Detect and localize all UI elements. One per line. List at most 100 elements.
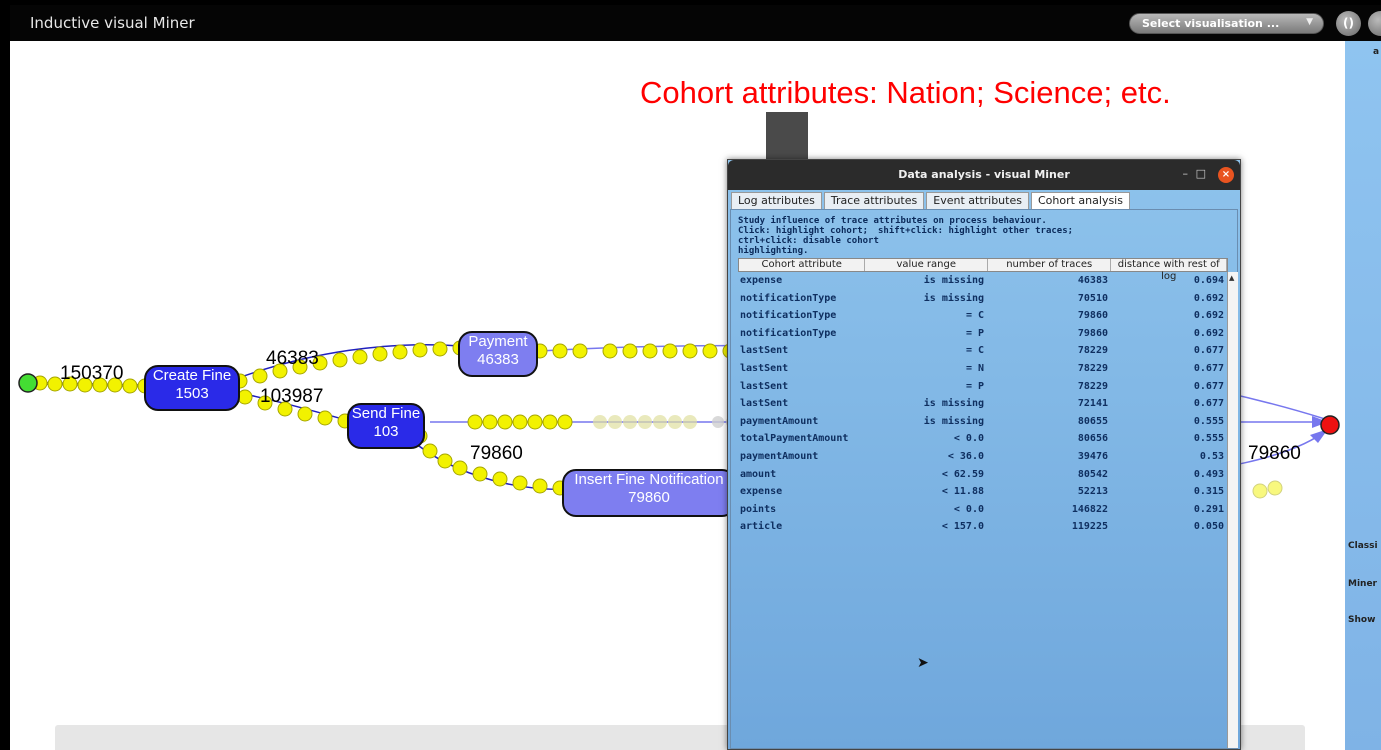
table-row[interactable]: lastSent = N 78229 0.677 [738, 360, 1228, 378]
cell-number-of-traces: 52213 [1077, 486, 1108, 498]
dialog-tabs: Log attributes Trace attributes Event at… [731, 192, 1132, 209]
cohort-table: Cohort attribute value range number of t… [738, 258, 1228, 748]
table-row[interactable]: amount < 62.59 80542 0.493 [738, 466, 1228, 484]
annotation-text: Cohort attributes: Nation; Science; etc. [640, 75, 1171, 110]
cell-value-range: = P [965, 327, 984, 339]
dialog-title: Data analysis - visual Miner [898, 168, 1070, 181]
table-row[interactable]: totalPaymentAmount < 0.0 80656 0.555 [738, 430, 1228, 448]
cell-distance: 0.555 [1193, 415, 1224, 427]
visualisation-select-label: Select visualisation ... [1142, 17, 1280, 30]
tab-trace-attributes[interactable]: Trace attributes [823, 192, 925, 209]
instructions-line: Study influence of trace attributes on p… [738, 216, 1047, 226]
cell-distance: 0.677 [1193, 345, 1224, 357]
activity-name: Insert Fine Notification [574, 471, 724, 488]
table-row[interactable]: notificationType = P 79860 0.692 [738, 325, 1228, 343]
table-body: expense is missing 46383 0.694 notificationT… [738, 272, 1228, 536]
maximize-icon[interactable]: □ [1196, 167, 1206, 180]
table-row[interactable]: lastSent = C 78229 0.677 [738, 342, 1228, 360]
activity-name: Create Fine [152, 367, 232, 384]
instructions-line: Click: highlight cohort; shift+click: hig… [738, 226, 1233, 246]
table-row[interactable]: notificationType is missing 70510 0.692 [738, 290, 1228, 308]
cell-attribute: notificationType [740, 292, 837, 304]
cell-distance: 0.692 [1193, 310, 1224, 322]
table-row[interactable]: paymentAmount is missing 80655 0.555 [738, 413, 1228, 431]
cell-number-of-traces: 70510 [1077, 292, 1108, 304]
tab-log-attributes[interactable]: Log attributes [731, 192, 822, 209]
dialog-titlebar[interactable]: Data analysis - visual Miner – □ × [728, 160, 1240, 190]
table-row[interactable]: notificationType = C 79860 0.692 [738, 307, 1228, 325]
cell-attribute: expense [740, 486, 783, 498]
cell-distance: 0.694 [1193, 275, 1224, 286]
cell-number-of-traces: 78229 [1077, 380, 1108, 392]
minimize-icon[interactable]: – [1183, 167, 1189, 180]
activity-count: 103 [373, 423, 399, 440]
table-scrollbar[interactable]: ▲ [1227, 272, 1238, 748]
show-label: Show [1348, 615, 1376, 625]
cell-value-range: is missing [923, 275, 984, 286]
cell-number-of-traces: 79860 [1077, 310, 1108, 322]
activity-name: Payment [468, 333, 528, 350]
settings-button[interactable] [1368, 11, 1381, 36]
cell-attribute: amount [740, 468, 777, 480]
edge-label: 150370 [60, 363, 124, 384]
cell-attribute: lastSent [740, 398, 789, 410]
edge-label: 46383 [266, 348, 319, 369]
cell-attribute: lastSent [740, 345, 789, 357]
miner-label: Miner [1348, 579, 1377, 589]
cell-value-range: < 11.88 [941, 486, 984, 498]
column-header[interactable]: value range [865, 259, 988, 271]
cell-value-range: = C [965, 310, 984, 322]
cell-attribute: notificationType [740, 310, 837, 322]
cell-value-range: < 157.0 [941, 521, 984, 533]
cell-number-of-traces: 72141 [1077, 398, 1108, 410]
column-header[interactable]: Cohort attribute [739, 259, 866, 271]
activity-insert-fine-notification[interactable]: Insert Fine Notification 79860 [562, 469, 736, 517]
cell-distance: 0.555 [1193, 433, 1224, 445]
column-header[interactable]: number of traces [988, 259, 1112, 271]
instruction-shift: shift+click: highlight other traces; [878, 226, 1074, 236]
column-header[interactable]: distance with rest of log [1111, 259, 1228, 282]
data-analysis-dialog: Data analysis - visual Miner – □ × Log a… [727, 159, 1241, 750]
tab-cohort-analysis[interactable]: Cohort analysis [1030, 192, 1130, 209]
tab-event-attributes[interactable]: Event attributes [926, 192, 1029, 209]
cell-number-of-traces: 80655 [1077, 415, 1108, 427]
scroll-up-icon[interactable]: ▲ [1229, 274, 1234, 282]
cell-value-range: is missing [923, 415, 984, 427]
cohort-analysis-panel: Study influence of trace attributes on p… [730, 209, 1238, 749]
activity-payment[interactable]: Payment 46383 [458, 331, 538, 377]
activity-count: 1503 [175, 385, 209, 402]
close-icon[interactable]: × [1218, 167, 1234, 183]
table-row[interactable]: paymentAmount < 36.0 39476 0.53 [738, 448, 1228, 466]
edge-label: 103987 [260, 386, 324, 407]
cell-distance: 0.677 [1193, 380, 1224, 392]
instructions-line: highlighting. [738, 246, 809, 256]
cell-distance: 0.315 [1193, 486, 1224, 498]
cell-number-of-traces: 39476 [1077, 450, 1108, 462]
cell-distance: 0.677 [1193, 362, 1224, 374]
cell-number-of-traces: 80656 [1077, 433, 1108, 445]
activity-create-fine[interactable]: Create Fine 1503 [144, 365, 240, 411]
cell-attribute: paymentAmount [740, 415, 819, 427]
cell-attribute: notificationType [740, 327, 837, 339]
table-row[interactable]: expense is missing 46383 0.694 [738, 272, 1228, 290]
table-row[interactable]: expense < 11.88 52213 0.315 [738, 483, 1228, 501]
edge-label: 79860 [1248, 443, 1301, 464]
table-row[interactable]: points < 0.0 146822 0.291 [738, 501, 1228, 519]
table-row[interactable]: lastSent is missing 72141 0.677 [738, 395, 1228, 413]
visualisation-select[interactable]: Select visualisation ... ▼ [1129, 13, 1324, 34]
mouse-cursor-icon: ➤ [917, 655, 929, 671]
instruction-ctrl: ctrl+click: disable cohort [738, 236, 879, 246]
cell-distance: 0.677 [1193, 398, 1224, 410]
cell-number-of-traces: 80542 [1077, 468, 1108, 480]
table-header: Cohort attribute value range number of t… [738, 258, 1228, 282]
cell-distance: 0.050 [1193, 521, 1224, 533]
activity-count: 46383 [477, 351, 519, 368]
cell-value-range: = N [965, 362, 984, 374]
table-row[interactable]: lastSent = P 78229 0.677 [738, 378, 1228, 396]
activity-send-fine[interactable]: Send Fine 103 [347, 403, 425, 449]
controller-panel: a Classi Miner Show [1345, 41, 1381, 750]
export-button[interactable]: () [1336, 11, 1361, 36]
classifier-label: Classi [1348, 541, 1378, 551]
app-titlebar: Inductive visual Miner Select visualisat… [10, 5, 1381, 41]
table-row[interactable]: article < 157.0 119225 0.050 [738, 518, 1228, 536]
